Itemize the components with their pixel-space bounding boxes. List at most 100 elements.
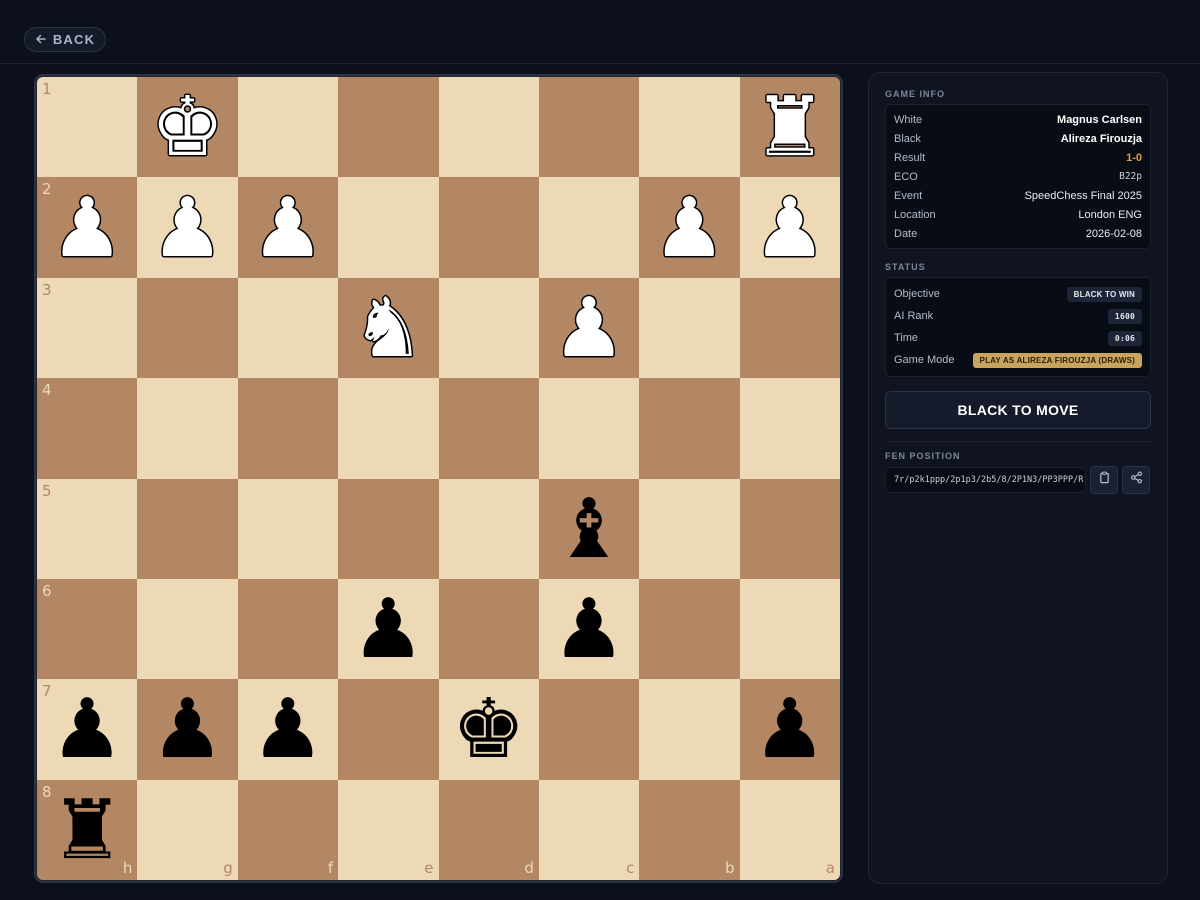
square-f3[interactable] (237, 277, 339, 379)
square-b5[interactable] (639, 478, 740, 579)
black-pawn-piece[interactable]: ♟︎ (740, 679, 840, 779)
square-e7[interactable] (338, 679, 439, 780)
back-button[interactable]: BACK (24, 27, 106, 52)
square-f2[interactable]: ♟︎ (237, 177, 339, 278)
white-pawn-piece[interactable]: ♟︎ (37, 177, 137, 277)
square-b6[interactable] (639, 578, 740, 680)
white-pawn-piece[interactable]: ♟︎ (137, 177, 237, 277)
square-d1[interactable] (438, 77, 539, 178)
black-rook-piece[interactable]: ♜︎ (37, 780, 137, 880)
square-g5[interactable] (137, 478, 238, 579)
to-move-indicator: BLACK TO MOVE (885, 391, 1151, 429)
back-label: BACK (52, 32, 96, 47)
game-info-row-result: Result 1-0 (894, 148, 1142, 167)
square-c3[interactable]: ♟︎ (538, 277, 640, 379)
square-c5[interactable]: ♝︎ (538, 478, 640, 579)
share-icon (1130, 471, 1143, 489)
share-button[interactable] (1122, 466, 1150, 494)
square-g7[interactable]: ♟︎ (137, 679, 238, 780)
square-f7[interactable]: ♟︎ (237, 679, 339, 780)
square-c8[interactable]: c (538, 779, 640, 880)
square-g1[interactable]: ♚︎ (137, 77, 238, 178)
square-d6[interactable] (438, 578, 539, 680)
square-f4[interactable] (237, 378, 339, 479)
square-h7[interactable]: 7 ♟︎ (37, 679, 138, 780)
square-c2[interactable] (538, 177, 640, 278)
square-e1[interactable] (338, 77, 439, 178)
square-h5[interactable]: 5 (37, 478, 138, 579)
square-a1[interactable]: ♜︎ (739, 77, 840, 178)
white-knight-piece[interactable]: ♞︎ (338, 278, 438, 378)
square-e8[interactable]: e (338, 779, 439, 880)
square-e3[interactable]: ♞︎ (338, 277, 439, 379)
square-b8[interactable]: b (639, 779, 740, 880)
square-a5[interactable] (739, 478, 840, 579)
black-king-piece[interactable]: ♚︎ (439, 679, 539, 779)
square-g4[interactable] (137, 378, 238, 479)
square-h4[interactable]: 4 (37, 378, 138, 479)
square-e4[interactable] (338, 378, 439, 479)
black-pawn-piece[interactable]: ♟︎ (137, 679, 237, 779)
square-d5[interactable] (438, 478, 539, 579)
square-f6[interactable] (237, 578, 339, 680)
square-a8[interactable]: a (739, 779, 840, 880)
square-c1[interactable] (538, 77, 640, 178)
game-mode-key: Game Mode (894, 354, 955, 366)
black-bishop-piece[interactable]: ♝︎ (539, 479, 639, 579)
square-c6[interactable]: ♟︎ (538, 578, 640, 680)
black-pawn-piece[interactable]: ♟︎ (539, 579, 639, 679)
square-a4[interactable] (739, 378, 840, 479)
black-key: Black (894, 132, 921, 145)
white-pawn-piece[interactable]: ♟︎ (639, 177, 739, 277)
square-b7[interactable] (639, 679, 740, 780)
square-a3[interactable] (739, 277, 840, 379)
game-info-title: GAME INFO (885, 89, 945, 99)
black-pawn-piece[interactable]: ♟︎ (238, 679, 338, 779)
square-c7[interactable] (538, 679, 640, 780)
chessboard[interactable]: 1 ♚︎ ♜︎ 2 ♟︎ ♟︎ ♟︎ ♟︎ ♟︎ 3 ♞︎ ♟︎ 4 5 ♝︎ 6 ♟︎ ♟︎ 7 ♟︎ ♟︎ ♟︎ ♚︎ ♟… (37, 77, 840, 880)
ai-rank-badge: 1600 (1107, 308, 1142, 324)
square-h8[interactable]: 8 h ♜︎ (37, 779, 138, 880)
square-e2[interactable] (338, 177, 439, 278)
square-a7[interactable]: ♟︎ (739, 679, 840, 780)
square-f1[interactable] (237, 77, 339, 178)
square-e6[interactable]: ♟︎ (338, 578, 439, 680)
square-g2[interactable]: ♟︎ (137, 177, 238, 278)
status-row-objective: Objective BLACK TO WIN (894, 283, 1142, 305)
square-h3[interactable]: 3 (37, 277, 138, 379)
white-king-piece[interactable]: ♚︎ (137, 77, 237, 177)
square-f8[interactable]: f (237, 779, 339, 880)
black-pawn-piece[interactable]: ♟︎ (338, 579, 438, 679)
square-d7[interactable]: ♚︎ (438, 679, 539, 780)
white-pawn-piece[interactable]: ♟︎ (539, 278, 639, 378)
square-c4[interactable] (538, 378, 640, 479)
square-b4[interactable] (639, 378, 740, 479)
square-d4[interactable] (438, 378, 539, 479)
file-label: f (327, 859, 334, 877)
square-f5[interactable] (237, 478, 339, 579)
black-pawn-piece[interactable]: ♟︎ (37, 679, 137, 779)
file-label: g (223, 859, 233, 877)
white-pawn-piece[interactable]: ♟︎ (238, 177, 338, 277)
fen-title: FEN POSITION (885, 451, 961, 461)
square-g8[interactable]: g (137, 779, 238, 880)
square-h6[interactable]: 6 (37, 578, 138, 680)
square-h1[interactable]: 1 (37, 77, 138, 178)
square-b1[interactable] (639, 77, 740, 178)
square-e5[interactable] (338, 478, 439, 579)
square-b2[interactable]: ♟︎ (639, 177, 740, 278)
square-h2[interactable]: 2 ♟︎ (37, 177, 138, 278)
white-rook-piece[interactable]: ♜︎ (740, 77, 840, 177)
square-b3[interactable] (639, 277, 740, 379)
square-a2[interactable]: ♟︎ (739, 177, 840, 278)
square-a6[interactable] (739, 578, 840, 680)
copy-fen-button[interactable] (1090, 466, 1118, 494)
top-bar: BACK (0, 0, 1200, 64)
square-g3[interactable] (137, 277, 238, 379)
square-d2[interactable] (438, 177, 539, 278)
square-g6[interactable] (137, 578, 238, 680)
fen-field[interactable]: 7r/p2k1ppp/2p1p3/2b5/8/2P1N3/PP3PPP/R (885, 467, 1086, 493)
square-d8[interactable]: d (438, 779, 539, 880)
white-pawn-piece[interactable]: ♟︎ (740, 177, 840, 277)
square-d3[interactable] (438, 277, 539, 379)
